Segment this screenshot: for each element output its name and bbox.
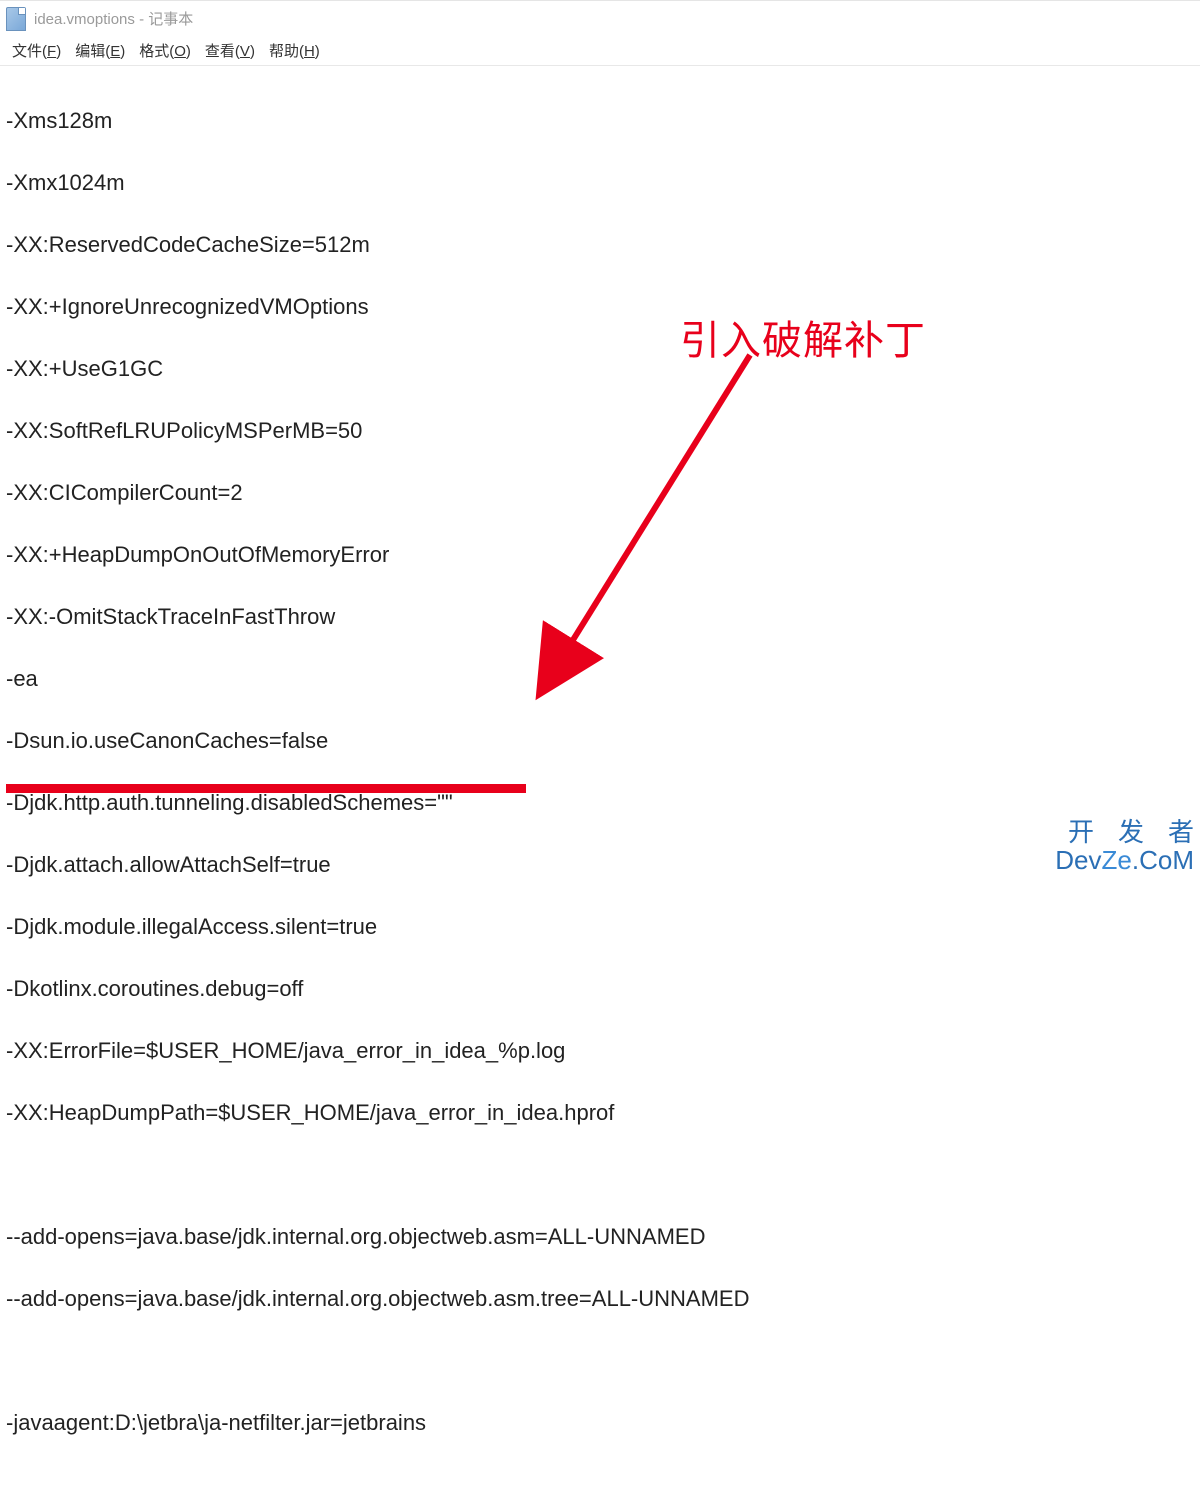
content-line: -ea bbox=[6, 663, 1194, 694]
content-line: -XX:-OmitStackTraceInFastThrow bbox=[6, 601, 1194, 632]
title-appname: 记事本 bbox=[148, 11, 193, 28]
notepad-icon bbox=[6, 7, 26, 31]
menu-format[interactable]: 格式(O) bbox=[133, 38, 197, 63]
title-sep: - bbox=[135, 11, 148, 28]
content-line: -Dsun.io.useCanonCaches=false bbox=[6, 725, 1194, 756]
content-line: -Xmx1024m bbox=[6, 167, 1194, 198]
content-line bbox=[6, 1159, 1194, 1190]
content-line: -XX:SoftRefLRUPolicyMSPerMB=50 bbox=[6, 415, 1194, 446]
content-line: -XX:+IgnoreUnrecognizedVMOptions bbox=[6, 291, 1194, 322]
content-line: -XX:+HeapDumpOnOutOfMemoryError bbox=[6, 539, 1194, 570]
content-line: -Djdk.module.illegalAccess.silent=true bbox=[6, 911, 1194, 942]
watermark-line1: 开发者 bbox=[1055, 819, 1200, 846]
annotation-text: 引入破解补丁 bbox=[680, 308, 926, 366]
menu-edit[interactable]: 编辑(E) bbox=[69, 38, 131, 63]
content-line: -XX:CICompilerCount=2 bbox=[6, 477, 1194, 508]
content-line: -XX:ReservedCodeCacheSize=512m bbox=[6, 229, 1194, 260]
window-title: idea.vmoptions - 记事本 bbox=[34, 8, 193, 29]
content-line: -Djdk.attach.allowAttachSelf=true bbox=[6, 849, 1194, 880]
content-line: -XX:ErrorFile=$USER_HOME/java_error_in_i… bbox=[6, 1035, 1194, 1066]
menu-bar: 文件(F) 编辑(E) 格式(O) 查看(V) 帮助(H) bbox=[0, 36, 1200, 66]
content-line: -javaagent:D:\jetbra\ja-netfilter.jar=je… bbox=[6, 1407, 1194, 1438]
content-line: --add-opens=java.base/jdk.internal.org.o… bbox=[6, 1283, 1194, 1314]
editor-content[interactable]: -Xms128m -Xmx1024m -XX:ReservedCodeCache… bbox=[0, 66, 1200, 1508]
title-filename: idea.vmoptions bbox=[34, 11, 135, 28]
title-bar: idea.vmoptions - 记事本 bbox=[0, 0, 1200, 36]
content-line: -XX:+UseG1GC bbox=[6, 353, 1194, 384]
menu-view[interactable]: 查看(V) bbox=[199, 38, 261, 63]
annotation-underline bbox=[6, 784, 526, 793]
content-line bbox=[6, 1345, 1194, 1376]
menu-file[interactable]: 文件(F) bbox=[6, 38, 67, 63]
menu-help[interactable]: 帮助(H) bbox=[263, 38, 326, 63]
content-line: --add-opens=java.base/jdk.internal.org.o… bbox=[6, 1221, 1194, 1252]
watermark-line2: DevZe.CoM bbox=[1055, 847, 1194, 874]
content-line: -XX:HeapDumpPath=$USER_HOME/java_error_i… bbox=[6, 1097, 1194, 1128]
content-line: -Dkotlinx.coroutines.debug=off bbox=[6, 973, 1194, 1004]
watermark: 开发者 DevZe.CoM bbox=[1055, 819, 1194, 874]
content-line: -Xms128m bbox=[6, 105, 1194, 136]
